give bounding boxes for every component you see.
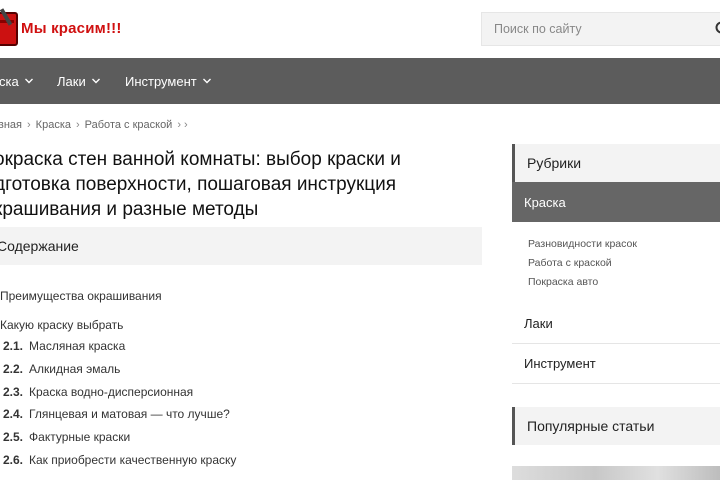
toc-num: 2.3.: [3, 385, 24, 399]
logo[interactable]: Мы красим!!!: [0, 8, 122, 48]
chevron-down-icon: [91, 78, 100, 84]
toc-item[interactable]: Преимущества окрашивания: [0, 289, 162, 303]
toc-label: Краска водно-дисперсионная: [29, 385, 194, 399]
sidebar-subitem[interactable]: Работа с краской: [528, 257, 612, 269]
sidebar-subitem[interactable]: Разновидности красок: [528, 238, 637, 250]
breadcrumb-kraska[interactable]: Краска: [36, 119, 71, 131]
toc-label: Алкидная эмаль: [29, 362, 121, 376]
search-icon[interactable]: [715, 21, 720, 37]
toc-num: 2.2.: [3, 362, 24, 376]
sidebar-heading: Рубрики: [527, 155, 582, 171]
site-header: Мы красим!!!: [0, 0, 720, 58]
toc-label: Глянцевая и матовая — что лучше?: [29, 407, 230, 421]
breadcrumb-rabota[interactable]: Работа с краской: [85, 119, 173, 131]
breadcrumb: вная › Краска › Работа с краской › ›: [0, 119, 188, 131]
sidebar-popular-header: Популярные статьи: [512, 407, 720, 445]
nav-item-label: Лаки: [57, 73, 86, 89]
breadcrumb-trailing: › ›: [177, 119, 188, 131]
title-line: крашивания и разные методы: [0, 199, 259, 220]
breadcrumb-home[interactable]: вная: [0, 119, 22, 131]
sidebar-item-label: Лаки: [524, 316, 553, 331]
nav-item-label: ска: [0, 73, 19, 89]
toc-subitem[interactable]: 2.4. Глянцевая и матовая — что лучше?: [3, 407, 230, 421]
title-line: окраска стен ванной комнаты: выбор краск…: [0, 149, 401, 170]
sidebar-item-laki[interactable]: Лаки: [512, 304, 720, 344]
sidebar-item-label: Краска: [524, 194, 566, 210]
sidebar-item-label: Инструмент: [524, 356, 596, 371]
chevron-down-icon: [24, 78, 33, 84]
logo-text: Мы красим!!!: [21, 19, 122, 37]
toc-subitem[interactable]: 2.5. Фактурные краски: [3, 430, 130, 444]
toc-num: 2.5.: [3, 430, 24, 444]
toc-subitem[interactable]: 2.6. Как приобрести качественную краску: [3, 453, 236, 467]
toc-label: Как приобрести качественную краску: [29, 453, 237, 467]
popular-article-image[interactable]: [512, 466, 720, 480]
toc-num: 2.4.: [3, 407, 24, 421]
sidebar-item-kraska[interactable]: Краска: [512, 182, 720, 222]
search-input[interactable]: [482, 22, 702, 36]
sidebar-rubriki-header: Рубрики: [512, 144, 720, 182]
chevron-down-icon: [202, 78, 211, 84]
toc-heading: Содержание: [0, 238, 79, 254]
toc-label: Масляная краска: [29, 339, 126, 353]
search-box: [481, 12, 720, 46]
toc-item[interactable]: Какую краску выбрать: [0, 318, 123, 332]
toc-header[interactable]: Содержание: [0, 227, 482, 265]
toc-num: 2.1.: [3, 339, 24, 353]
sidebar-item-instrument[interactable]: Инструмент: [512, 344, 720, 384]
toc-subitem[interactable]: 2.1. Масляная краска: [3, 339, 125, 353]
nav-item-label: Инструмент: [125, 73, 197, 89]
page-title: окраска стен ванной комнаты: выбор краск…: [0, 147, 484, 222]
title-line: дготовка поверхности, пошаговая инструкц…: [0, 174, 397, 195]
toc-subitem[interactable]: 2.3. Краска водно-дисперсионная: [3, 385, 193, 399]
toc-num: 2.6.: [3, 453, 24, 467]
sidebar-subitem[interactable]: Покраска авто: [528, 276, 598, 288]
nav-item-instrument[interactable]: Инструмент: [125, 58, 212, 104]
nav-item-kraska[interactable]: ска: [0, 58, 34, 104]
main-nav: ска Лаки Инструмент: [0, 58, 720, 104]
sidebar-heading: Популярные статьи: [527, 418, 655, 434]
nav-item-laki[interactable]: Лаки: [57, 58, 101, 104]
paint-can-icon: [0, 8, 20, 48]
toc-subitem[interactable]: 2.2. Алкидная эмаль: [3, 362, 120, 376]
toc-label: Фактурные краски: [29, 430, 131, 444]
